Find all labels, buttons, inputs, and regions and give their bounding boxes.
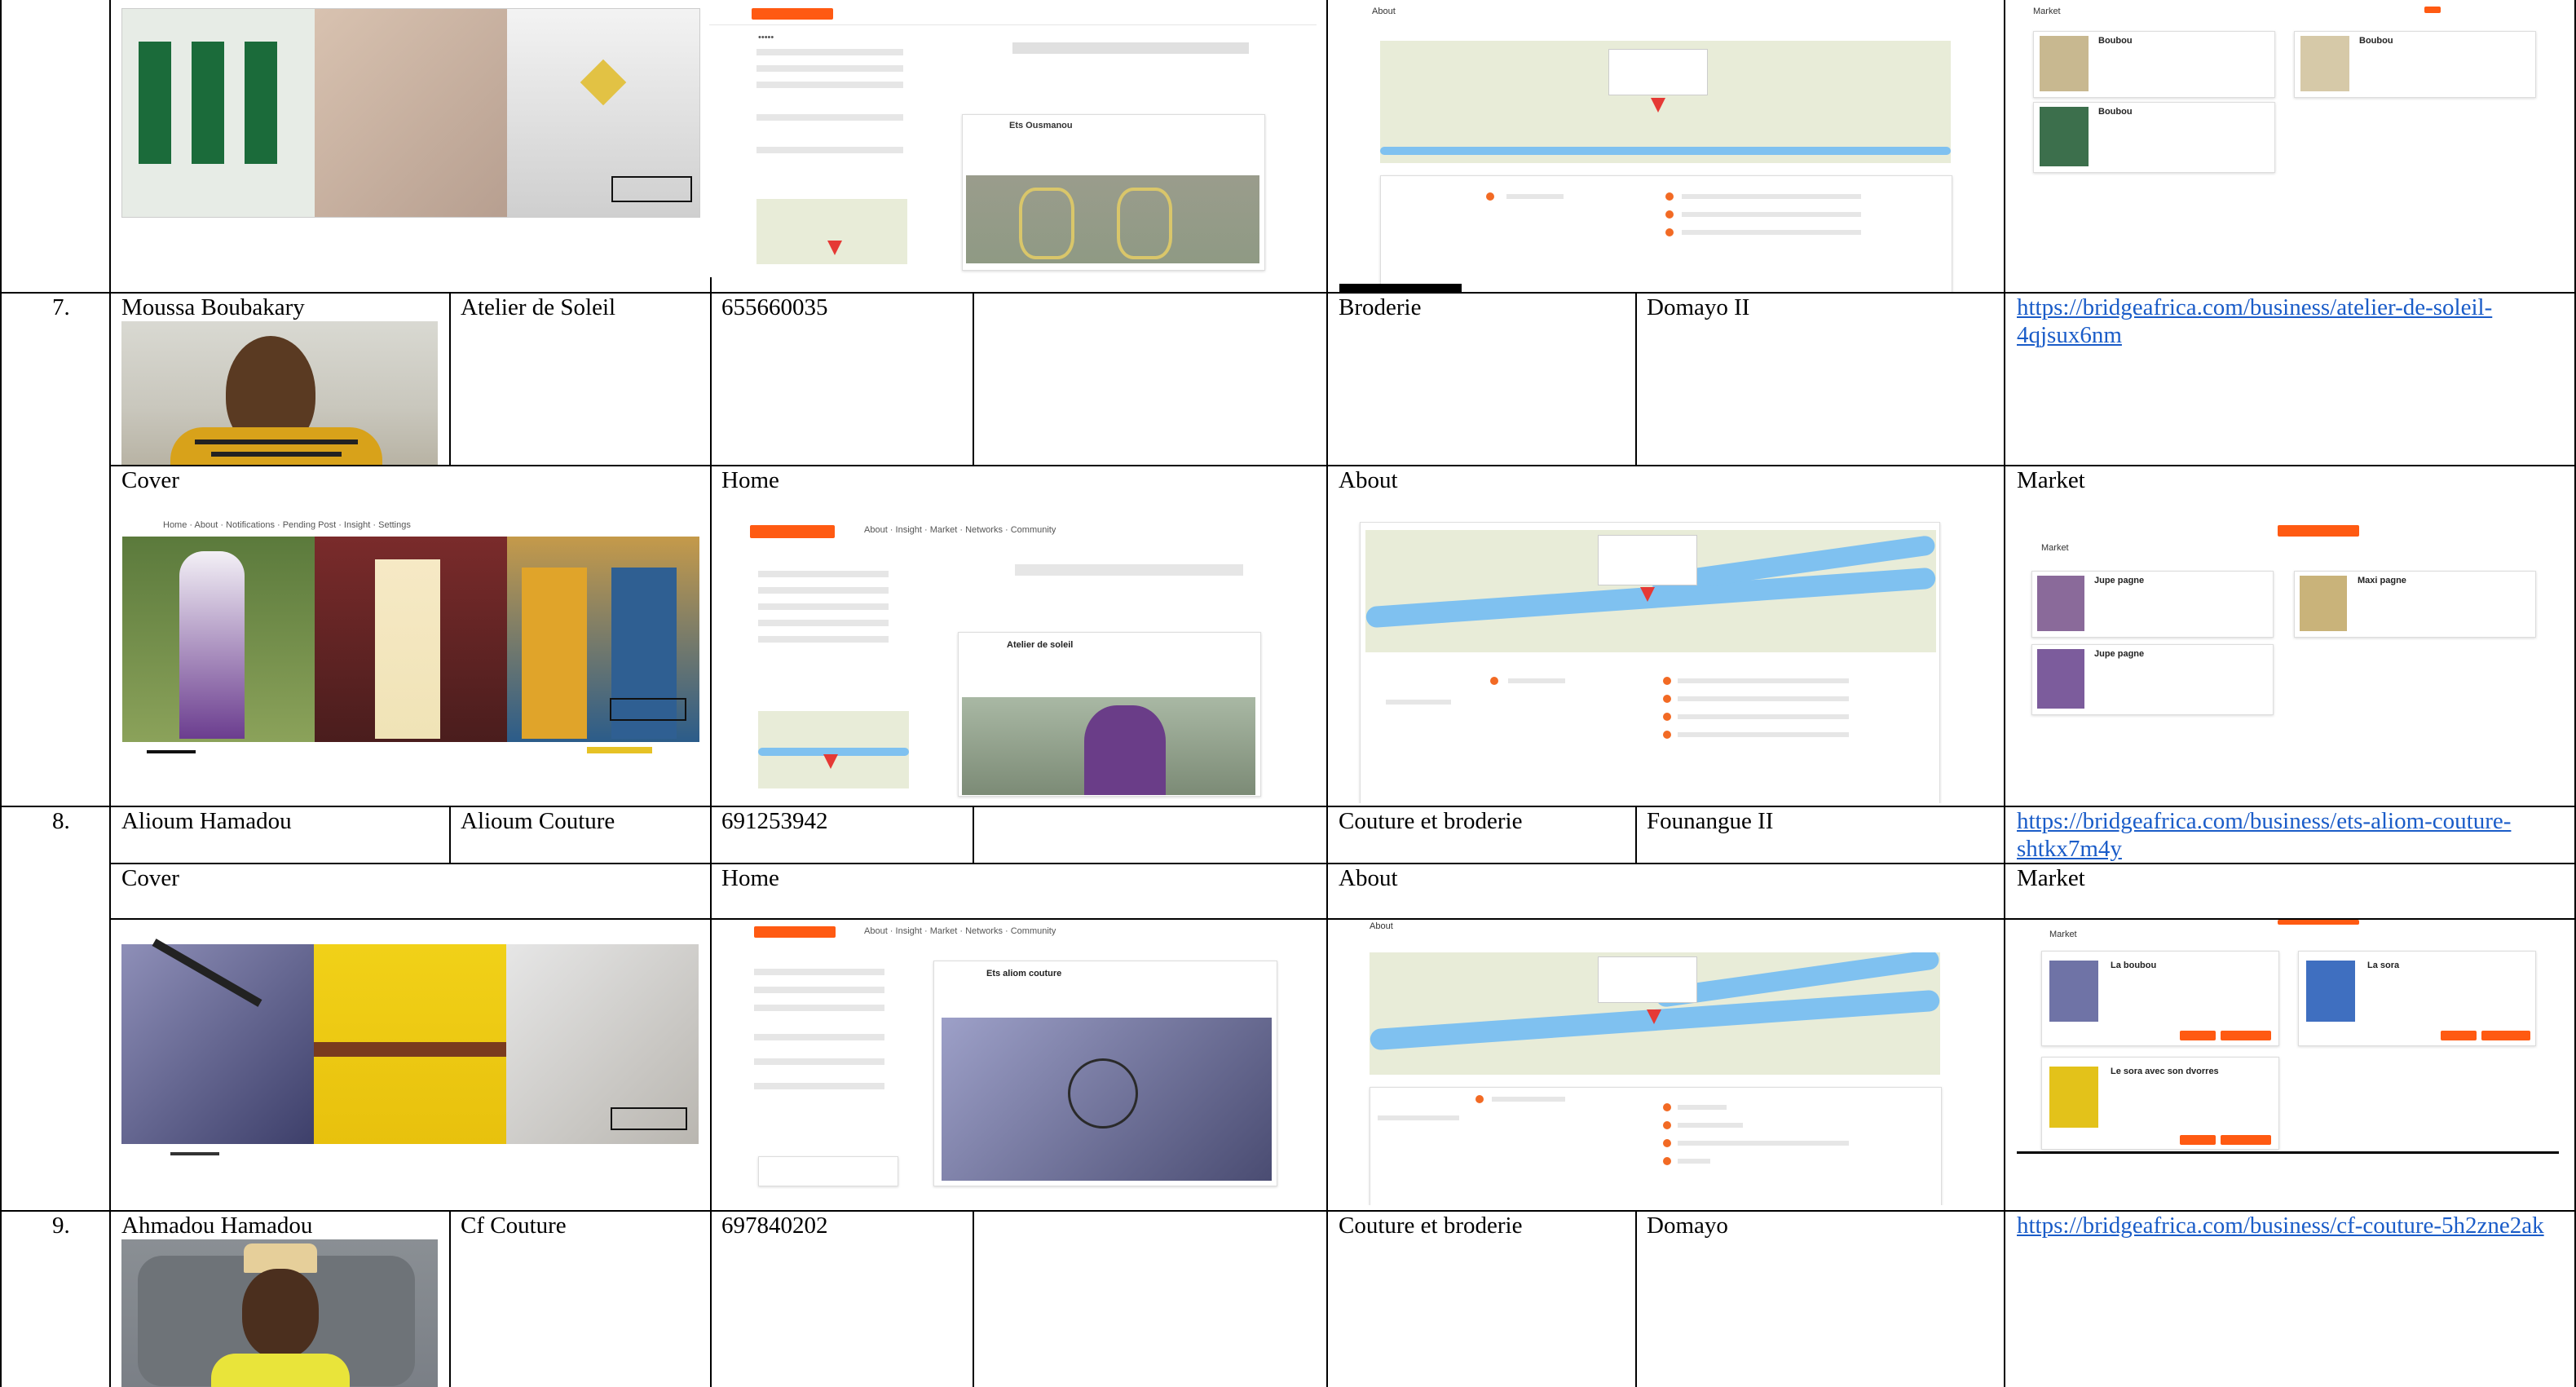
market-label: Market [2017, 865, 2085, 891]
activity: Couture et broderie [1339, 1213, 1523, 1239]
market-screenshot: Market La boubou La sora Le sora avec so… [2017, 920, 2563, 1156]
location: Founangue II [1647, 808, 1774, 834]
phone-number: 691253942 [721, 808, 828, 834]
business-link[interactable]: https://bridgeafrica.com/business/cf-cou… [2017, 1212, 2563, 1239]
cover-screenshot [121, 920, 699, 1156]
home-screenshot: About · Insight · Market · Networks · Co… [742, 522, 1264, 799]
row-number: 9. [52, 1213, 70, 1239]
cover-screenshot: Home · About · Notifications · Pending P… [114, 519, 701, 755]
business-link[interactable]: https://bridgeafrica.com/business/ets-al… [2017, 807, 2563, 863]
home-business-title: Atelier de soleil [1007, 640, 1074, 650]
owner-name: Alioum Hamadou [121, 808, 292, 834]
about-label: About [1339, 865, 1398, 891]
activity: Couture et broderie [1339, 808, 1523, 834]
cover-screenshot [121, 8, 700, 218]
about-screenshot [1353, 522, 1989, 803]
home-business-title: Ets aliom couture [986, 969, 1062, 978]
about-screenshot: About [1353, 920, 1989, 1205]
row-number: 7. [52, 294, 70, 320]
cover-label: Cover [121, 467, 179, 493]
home-label: Home [721, 467, 779, 493]
about-title: About [1372, 7, 1396, 16]
cover-label: Cover [121, 865, 179, 891]
market-label: Market [2017, 467, 2085, 493]
owner-photo [121, 321, 438, 465]
market-title: Market [2033, 7, 2061, 16]
business-name: Atelier de Soleil [461, 294, 616, 320]
home-screenshot: ••••• Ets Ousmanou [709, 0, 1317, 277]
business-link[interactable]: https://bridgeafrica.com/business/atelie… [2017, 294, 2563, 349]
owner-name: Ahmadou Hamadou [121, 1213, 313, 1239]
business-name: Cf Couture [461, 1213, 567, 1239]
home-business-title: Ets Ousmanou [1009, 121, 1073, 130]
about-label: About [1339, 467, 1398, 493]
market-screenshot: Market Jupe pagne Jupe pagne Maxi pagne [2017, 522, 2555, 726]
business-name: Alioum Couture [461, 808, 615, 834]
home-screenshot: About · Insight · Market · Networks · Co… [742, 920, 1280, 1189]
location: Domayo [1647, 1213, 1728, 1239]
phone-number: 697840202 [721, 1213, 828, 1239]
about-screenshot: About [1339, 0, 1992, 292]
owner-name: Moussa Boubakary [121, 294, 305, 320]
activity: Broderie [1339, 294, 1422, 320]
row-number: 8. [52, 808, 70, 834]
home-label: Home [721, 865, 779, 891]
owner-photo [121, 1239, 438, 1387]
location: Domayo II [1647, 294, 1750, 320]
market-screenshot: Market Boubou Boubou Boubou [2017, 0, 2555, 269]
phone-number: 655660035 [721, 294, 828, 320]
